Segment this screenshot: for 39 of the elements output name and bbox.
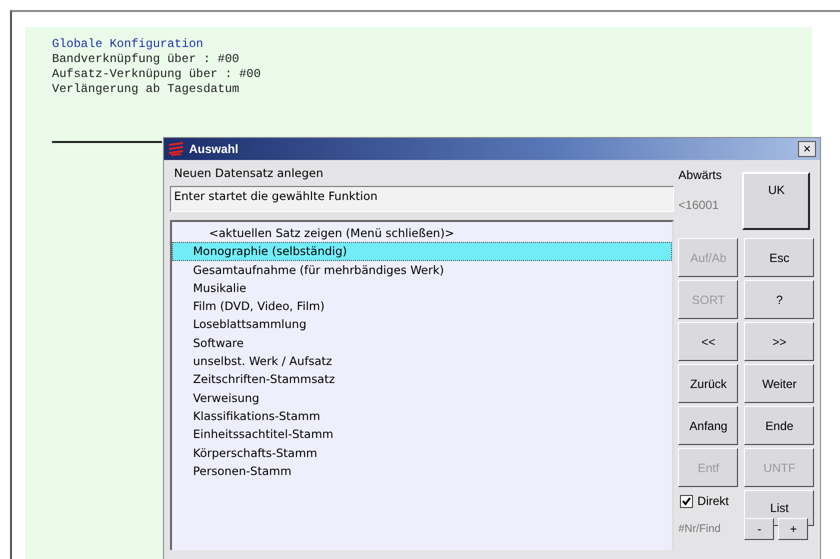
plus-button[interactable]: + — [778, 518, 808, 540]
list-item[interactable]: Körperschafts-Stamm — [172, 444, 672, 462]
dialog-heading: Neuen Datensatz anlegen — [173, 165, 324, 182]
action-button[interactable]: >> — [744, 322, 814, 361]
minus-button[interactable]: - — [744, 518, 774, 540]
list-item[interactable]: Personen-Stamm — [172, 462, 672, 480]
action-button[interactable]: Anfang — [678, 406, 738, 445]
checkbox-icon[interactable] — [680, 494, 694, 508]
list-item[interactable]: Loseblattsammlung — [172, 315, 672, 334]
close-button[interactable]: × — [798, 141, 816, 157]
list-item[interactable]: Klassifikations-Stamm — [172, 406, 672, 426]
config-line: Verlängerung ab Tagesdatum — [52, 82, 240, 97]
config-line: Aufsatz-Verknüpung über : #00 — [52, 67, 262, 82]
action-button[interactable]: Weiter — [744, 364, 814, 403]
list-item[interactable]: Einheitssachtitel-Stamm — [172, 425, 672, 444]
hint-field[interactable]: Enter startet die gewählte Funktion — [170, 186, 674, 212]
action-button[interactable]: << — [678, 322, 738, 361]
list-item[interactable]: unselbst. Werk / Aufsatz — [172, 352, 672, 370]
list-item[interactable]: <aktuellen Satz zeigen (Menü schließen)> — [172, 224, 672, 242]
config-title: Globale Konfiguration — [52, 37, 204, 52]
action-button[interactable]: ? — [744, 280, 814, 319]
list-item[interactable]: Verweisung — [172, 388, 672, 407]
list-item[interactable]: Musikalie — [172, 278, 672, 298]
list-item[interactable]: Zeitschriften-Stammsatz — [172, 370, 672, 389]
app-icon — [168, 142, 184, 156]
find-label: #Nr/Find — [678, 522, 722, 537]
counter-label: <16001 — [678, 197, 720, 214]
direction-label: Abwärts — [678, 167, 723, 184]
list-item[interactable]: Software — [172, 334, 672, 352]
action-button[interactable]: Esc — [744, 238, 814, 277]
list-item[interactable]: Monographie (selbständig) — [172, 242, 672, 261]
config-line: Bandverknüpfung über : #00 — [52, 52, 240, 67]
action-button[interactable]: Ende — [744, 406, 814, 445]
list-item[interactable]: Film (DVD, Video, Film) — [172, 297, 672, 316]
direct-checkbox[interactable]: Direkt — [678, 490, 738, 512]
list-item[interactable]: Gesamtaufnahme (für mehrbändiges Werk) — [172, 260, 672, 279]
ok-button[interactable]: UK — [742, 172, 810, 230]
window-title: Auswahl — [189, 142, 240, 156]
action-button[interactable]: Zurück — [678, 364, 738, 403]
